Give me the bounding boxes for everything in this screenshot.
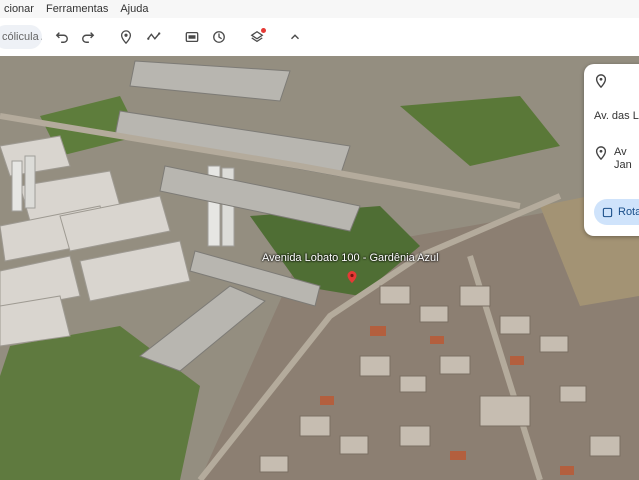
add-placemark-button[interactable] [116, 27, 136, 47]
placemark-icon [120, 30, 132, 44]
search-box[interactable]: cólicula A [0, 25, 42, 49]
route-button[interactable]: Rota [594, 199, 639, 225]
panel-row3-line2: Jan [614, 159, 632, 171]
layers-button[interactable] [247, 27, 267, 47]
aerial-imagery [0, 56, 639, 480]
notification-dot [261, 28, 266, 33]
undo-icon [55, 32, 68, 43]
location-pin-icon [595, 146, 607, 160]
redo-icon [82, 32, 95, 43]
panel-row2-text: Av. das L... [594, 110, 639, 122]
presentation-button[interactable] [182, 27, 202, 47]
panel-address-row: Av. das L... [594, 110, 639, 123]
panel-location-row [594, 74, 614, 88]
collapse-button[interactable] [285, 27, 305, 47]
menu-bar: cionar Ferramentas Ajuda [0, 0, 639, 18]
panel-row3-line1: Av [614, 146, 627, 158]
directions-icon [602, 207, 613, 217]
toolbar: cólicula A [0, 18, 639, 57]
satellite-map[interactable]: Avenida Lobato 100 - Gardênia Azul [0, 56, 639, 480]
chevron-up-icon [291, 34, 299, 40]
path-icon [147, 32, 161, 40]
menu-item-ajuda[interactable]: Ajuda [120, 3, 148, 15]
menu-item-selecionar[interactable]: cionar [4, 3, 34, 15]
slideshow-icon [185, 31, 199, 43]
location-pin-icon [595, 74, 607, 88]
draw-path-button[interactable] [144, 27, 164, 47]
map-place-label[interactable]: Avenida Lobato 100 - Gardênia Azul [262, 252, 439, 264]
redo-button[interactable] [78, 27, 98, 47]
history-icon [213, 31, 225, 43]
historical-imagery-button[interactable] [209, 27, 229, 47]
undo-button[interactable] [52, 27, 72, 47]
route-button-label: Rota [618, 206, 639, 218]
menu-item-ferramentas[interactable]: Ferramentas [46, 3, 108, 15]
map-pin-icon[interactable] [346, 271, 358, 283]
place-info-panel: Av. das L... Av Jan Rota [584, 64, 639, 236]
search-text: cólicula A [2, 31, 42, 43]
panel-detail-row: Av Jan [594, 146, 632, 172]
